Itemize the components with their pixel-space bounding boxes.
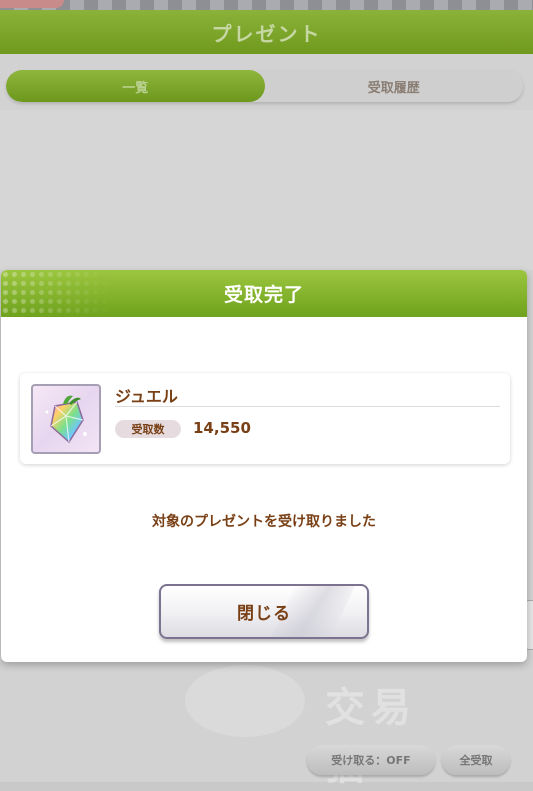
receive-toggle-label: 受け取る：OFF (331, 754, 411, 767)
status-accent (0, 0, 64, 8)
present-header-title: プレゼント (211, 21, 322, 46)
dialog-header: 受取完了 (1, 270, 527, 317)
present-header: プレゼント (0, 10, 533, 54)
item-divider (115, 406, 500, 407)
jewel-icon (31, 384, 101, 454)
tab-list[interactable]: 一覧 (6, 70, 265, 102)
top-status-strip (0, 0, 533, 10)
watermark-cat-logo (185, 665, 305, 737)
tab-list-label: 一覧 (122, 80, 149, 96)
dialog-message: 対象のプレゼントを受け取りました (152, 514, 376, 530)
receive-all-label: 全受取 (459, 754, 493, 767)
tab-history[interactable]: 受取履歴 (265, 70, 524, 102)
receive-all-button[interactable]: 全受取 (442, 745, 510, 775)
quantity-value: 14,550 (193, 419, 251, 437)
present-tabs: 一覧 受取履歴 (6, 70, 523, 102)
watermark: 交易猫 (185, 660, 445, 789)
received-item-card: ジュエル 受取数 14,550 (20, 373, 510, 464)
quantity-label-badge: 受取数 (115, 420, 181, 438)
header-pattern (1, 270, 111, 317)
close-button-label: 閉じる (237, 604, 291, 624)
item-name: ジュエル (115, 387, 178, 406)
present-list (0, 110, 533, 270)
tab-history-label: 受取履歴 (367, 80, 420, 96)
dialog-title: 受取完了 (223, 284, 304, 306)
receive-toggle-button[interactable]: 受け取る：OFF (307, 745, 435, 775)
receive-complete-dialog: 受取完了 ジュエル 受取数 14,550 対象のプレゼントを受け取りました 閉じ… (1, 270, 527, 662)
close-button[interactable]: 閉じる (159, 584, 369, 639)
